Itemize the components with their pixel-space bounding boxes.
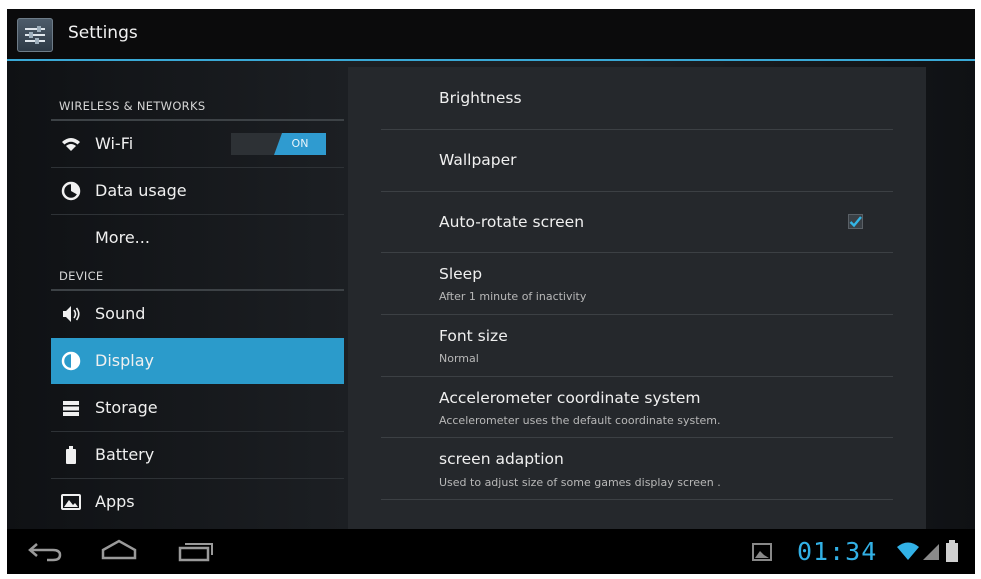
screenshot-notification-icon[interactable] [752, 543, 772, 561]
clock: 01:34 [797, 537, 878, 566]
pref-font-size[interactable]: Font size Normal [381, 315, 891, 376]
system-bar: 01:34 [7, 529, 975, 574]
sidebar-item-label: Storage [95, 398, 158, 417]
wifi-toggle[interactable]: ON [231, 133, 326, 155]
sidebar-item-label: Battery [95, 445, 155, 464]
pref-auto-rotate[interactable]: Auto-rotate screen [381, 192, 891, 252]
pref-screen-adaption[interactable]: screen adaption Used to adjust size of s… [381, 438, 891, 499]
pref-title: Wallpaper [439, 151, 517, 169]
wifi-icon [62, 138, 80, 151]
pref-title: Auto-rotate screen [439, 213, 585, 231]
section-header-wireless: WIRELESS & NETWORKS [59, 99, 206, 113]
pref-brightness[interactable]: Brightness [381, 67, 891, 129]
data-usage-icon [61, 181, 81, 201]
pref-title: Accelerometer coordinate system [439, 389, 701, 407]
sidebar-item-sound[interactable]: Sound [51, 291, 344, 337]
battery-icon [66, 446, 76, 464]
pref-accelerometer[interactable]: Accelerometer coordinate system Accelero… [381, 377, 891, 437]
sidebar-item-more[interactable]: More... [51, 215, 344, 261]
apps-icon [61, 494, 81, 510]
sidebar-item-label: Wi-Fi [95, 134, 134, 153]
pref-summary: Normal [439, 352, 479, 365]
display-settings-pane: Brightness Wallpaper Auto-rotate screen … [348, 67, 926, 529]
pref-title: screen adaption [439, 450, 564, 468]
home-icon[interactable] [99, 538, 139, 562]
wifi-signal-icon [897, 542, 919, 560]
pref-summary: Accelerometer uses the default coordinat… [439, 414, 721, 427]
sidebar-item-label: More... [95, 228, 150, 247]
back-icon[interactable] [27, 540, 63, 562]
tablet-screen: Settings WIRELESS & NETWORKS Wi-Fi ON Da… [7, 9, 975, 574]
cell-signal-icon [923, 544, 939, 560]
sidebar-item-apps[interactable]: Apps [51, 479, 344, 525]
sidebar-item-display[interactable]: Display [51, 338, 344, 384]
pref-summary: Used to adjust size of some games displa… [439, 476, 721, 489]
settings-sidebar: WIRELESS & NETWORKS Wi-Fi ON Data usage [51, 61, 344, 529]
action-bar: Settings [7, 9, 975, 59]
sidebar-item-label: Display [95, 351, 154, 370]
page-title: Settings [68, 23, 138, 43]
section-header-device: DEVICE [59, 269, 104, 283]
sidebar-item-battery[interactable]: Battery [51, 432, 344, 478]
wifi-toggle-state: ON [291, 137, 309, 150]
sidebar-item-wifi[interactable]: Wi-Fi ON [51, 121, 344, 167]
sidebar-item-label: Data usage [95, 181, 187, 200]
divider [381, 499, 893, 500]
sidebar-item-data-usage[interactable]: Data usage [51, 168, 344, 214]
sidebar-item-label: Sound [95, 304, 146, 323]
speaker-icon [63, 306, 80, 322]
pref-summary: After 1 minute of inactivity [439, 290, 587, 303]
settings-content: WIRELESS & NETWORKS Wi-Fi ON Data usage [7, 61, 975, 529]
auto-rotate-checkbox[interactable] [848, 214, 863, 229]
sidebar-item-storage[interactable]: Storage [51, 385, 344, 431]
settings-app-icon[interactable] [17, 18, 53, 52]
battery-status-icon [946, 540, 958, 562]
storage-icon [63, 401, 79, 416]
pref-title: Sleep [439, 265, 483, 283]
pref-title: Font size [439, 327, 508, 345]
pref-wallpaper[interactable]: Wallpaper [381, 130, 891, 191]
pref-sleep[interactable]: Sleep After 1 minute of inactivity [381, 253, 891, 314]
sidebar-item-label: Apps [95, 492, 135, 511]
pref-title: Brightness [439, 89, 522, 107]
display-icon [61, 351, 81, 371]
recent-apps-icon[interactable] [177, 540, 215, 562]
